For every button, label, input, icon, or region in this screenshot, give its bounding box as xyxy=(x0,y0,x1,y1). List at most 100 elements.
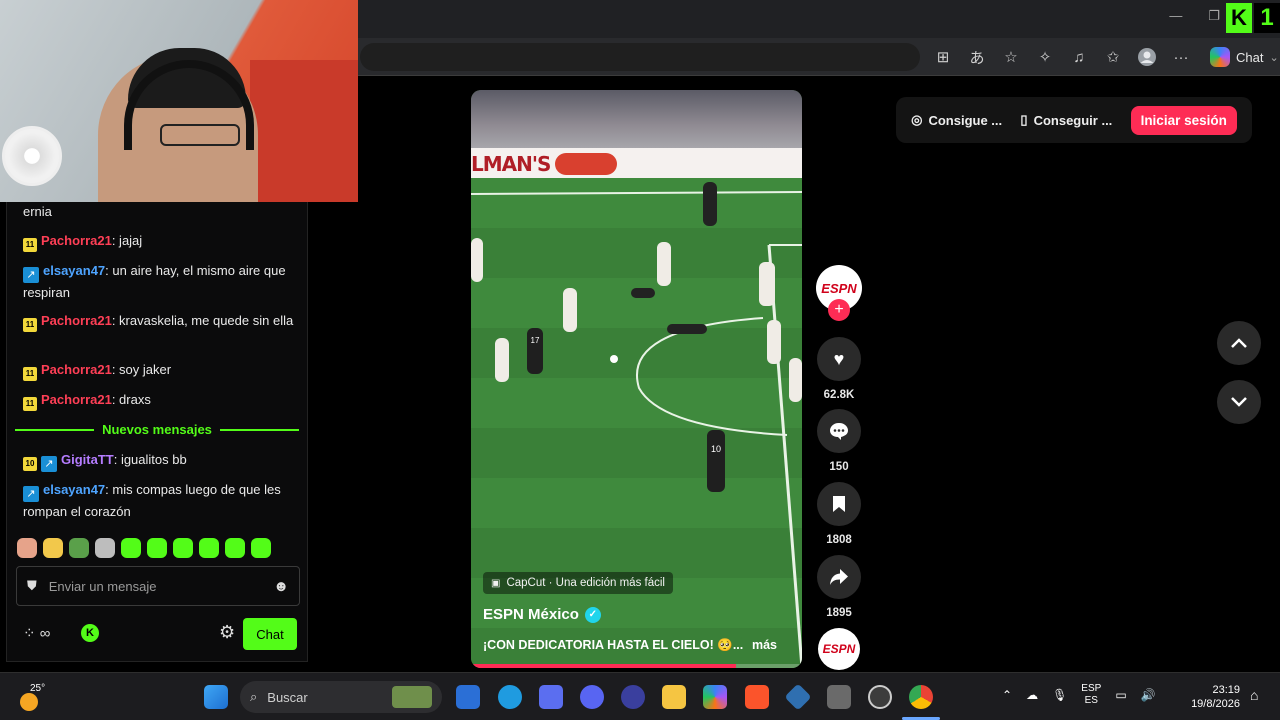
get-app-button[interactable]: ▯ Conseguir ... xyxy=(1020,112,1112,128)
emote-face-icon[interactable] xyxy=(17,538,37,558)
chat-username[interactable]: Pachorra21 xyxy=(41,362,112,377)
previous-video-chevron-up-icon[interactable] xyxy=(1217,321,1261,365)
kick-logo: K1 xyxy=(1226,3,1280,33)
copilot-chat-button[interactable]: Chat ⌄ xyxy=(1210,47,1279,67)
app-diamond-icon[interactable] xyxy=(784,683,812,711)
tray-chevron-up-icon[interactable]: ⌃ xyxy=(1002,688,1012,702)
clock-date: 19/8/2026 xyxy=(1191,698,1240,710)
language-indicator[interactable]: ESP ES xyxy=(1081,683,1101,707)
grid-icon[interactable]: ⊞ xyxy=(932,46,954,68)
player-figure xyxy=(495,338,509,382)
video-author[interactable]: ESPN México ✓ xyxy=(483,606,601,623)
new-messages-label: Nuevos mensajes xyxy=(102,422,212,437)
media-icon[interactable]: ♫ xyxy=(1068,46,1090,68)
player-figure: 17 xyxy=(527,328,543,374)
soccer-pitch-image: 17 10 xyxy=(471,178,802,668)
taskbar-search[interactable]: ⌕ Buscar xyxy=(240,681,442,713)
chat-username[interactable]: Pachorra21 xyxy=(41,233,112,248)
word-icon[interactable] xyxy=(456,685,480,709)
ad-board: LMAN'S xyxy=(471,148,802,178)
extensions-icon[interactable]: ✧ xyxy=(1034,46,1056,68)
weather-widget[interactable]: 25° xyxy=(18,683,46,711)
get-coins-button[interactable]: ◎ Consigue ... xyxy=(911,112,1002,128)
player-fallen-figure xyxy=(631,288,655,298)
save-count: 1808 xyxy=(826,534,852,546)
discord-icon[interactable] xyxy=(580,685,604,709)
windows-taskbar: 25° ⌕ Buscar ⌃ ☁ 🎙 ESP ES ▭ 🔊 23:19 19/8… xyxy=(0,672,1280,720)
chat-send-button[interactable]: Chat xyxy=(243,618,297,650)
emote-kick-icon[interactable] xyxy=(251,538,271,558)
brave-icon[interactable] xyxy=(745,685,769,709)
settings-gear-icon[interactable]: ⚙ xyxy=(219,622,235,643)
video-player[interactable]: LMAN'S 17 10 ▣ CapCut · Una edición más … xyxy=(471,90,802,668)
favorites-icon[interactable]: ✩ xyxy=(1102,46,1124,68)
microphone-icon[interactable]: 🎙 xyxy=(1052,688,1067,702)
more-link[interactable]: más xyxy=(752,638,777,653)
emote-frog-icon[interactable] xyxy=(69,538,89,558)
like-button[interactable]: ♥ 62.8K xyxy=(816,337,862,401)
chrome-icon[interactable] xyxy=(909,685,933,709)
chat-username[interactable]: GigitaTT xyxy=(61,452,114,467)
vip-badge-icon: ↗ xyxy=(23,267,39,283)
store-icon[interactable] xyxy=(539,685,563,709)
comment-button[interactable]: 150 xyxy=(816,409,862,473)
chat-message-text: : kravaskelia, me quede sin ella xyxy=(111,313,294,328)
share-button[interactable]: 1895 xyxy=(816,555,862,619)
player-figure xyxy=(563,288,577,332)
monitor-icon[interactable]: ▭ xyxy=(1115,688,1126,702)
capcut-icon: ▣ xyxy=(491,577,501,589)
login-button[interactable]: Iniciar sesión xyxy=(1130,105,1237,135)
get-coins-label: Consigue ... xyxy=(928,112,1003,128)
chat-message: 11 Pachorra21: draxs xyxy=(23,390,301,411)
chat-username[interactable]: Pachorra21 xyxy=(41,392,112,407)
new-messages-divider[interactable]: Nuevos mensajes xyxy=(15,422,299,437)
taskbar-clock[interactable]: 23:19 19/8/2026 xyxy=(1188,683,1240,711)
sound-avatar-button[interactable]: ESPN xyxy=(816,628,862,670)
windows-start-icon[interactable] xyxy=(204,685,228,709)
chat-username[interactable]: Pachorra21 xyxy=(41,313,112,328)
kick-points-icon[interactable]: K xyxy=(81,624,99,642)
ad-tomatoes-image xyxy=(555,153,617,175)
emoji-icon[interactable]: ☻ xyxy=(273,578,289,595)
notification-icon[interactable]: ⌂ xyxy=(1250,687,1258,703)
subscriber-badge-icon: 11 xyxy=(23,367,37,381)
restore-icon[interactable]: ❐ xyxy=(1208,8,1220,24)
chat-username[interactable]: elsayan47 xyxy=(43,263,105,278)
favorite-star-icon[interactable]: ☆ xyxy=(1000,46,1022,68)
file-explorer-icon[interactable] xyxy=(662,685,686,709)
video-description: ¡CON DEDICATORIA HASTA EL CIELO! 🥺... má… xyxy=(483,638,793,653)
emote-thumbs-icon[interactable] xyxy=(43,538,63,558)
chat-message: ↗ elsayan47: un aire hay, el mismo aire q… xyxy=(23,261,301,303)
vip-badge-icon: ↗ xyxy=(41,456,57,472)
top-action-bar: ◎ Consigue ... ▯ Conseguir ... Iniciar s… xyxy=(896,97,1252,143)
capcut-chip[interactable]: ▣ CapCut · Una edición más fácil xyxy=(483,572,673,594)
save-button[interactable]: 1808 xyxy=(816,482,862,546)
emote-kick-icon[interactable] xyxy=(225,538,245,558)
translate-icon[interactable]: あ xyxy=(966,46,988,68)
app-window-icon[interactable] xyxy=(827,685,851,709)
edge-icon[interactable] xyxy=(498,685,522,709)
emote-kick-icon[interactable] xyxy=(173,538,193,558)
emote-kick-icon[interactable] xyxy=(147,538,167,558)
player-figure xyxy=(767,320,781,364)
emote-cat-icon[interactable] xyxy=(95,538,115,558)
more-menu-icon[interactable]: ··· xyxy=(1170,46,1192,68)
app-circle-icon[interactable] xyxy=(621,685,645,709)
chat-username[interactable]: elsayan47 xyxy=(43,482,105,497)
minimize-icon[interactable]: — xyxy=(1169,8,1182,24)
shield-icon[interactable]: ⛊ xyxy=(27,578,37,594)
emote-bar xyxy=(17,538,271,558)
video-progress-bar[interactable] xyxy=(471,664,802,668)
cloud-icon[interactable]: ☁ xyxy=(1026,688,1038,702)
volume-icon[interactable]: 🔊 xyxy=(1141,688,1156,702)
copilot-taskbar-icon[interactable] xyxy=(703,685,727,709)
emote-kick-icon[interactable] xyxy=(121,538,141,558)
obs-icon[interactable] xyxy=(868,685,892,709)
address-bar[interactable] xyxy=(360,43,920,71)
next-video-chevron-down-icon[interactable] xyxy=(1217,380,1261,424)
emote-kick-icon[interactable] xyxy=(199,538,219,558)
profile-icon[interactable] xyxy=(1136,46,1158,68)
chat-message-input[interactable]: ⛊ Enviar un mensaje ☻ xyxy=(16,566,300,606)
follow-plus-icon[interactable]: + xyxy=(828,299,850,321)
points-icon[interactable]: ⁘ ∞ xyxy=(23,624,50,642)
